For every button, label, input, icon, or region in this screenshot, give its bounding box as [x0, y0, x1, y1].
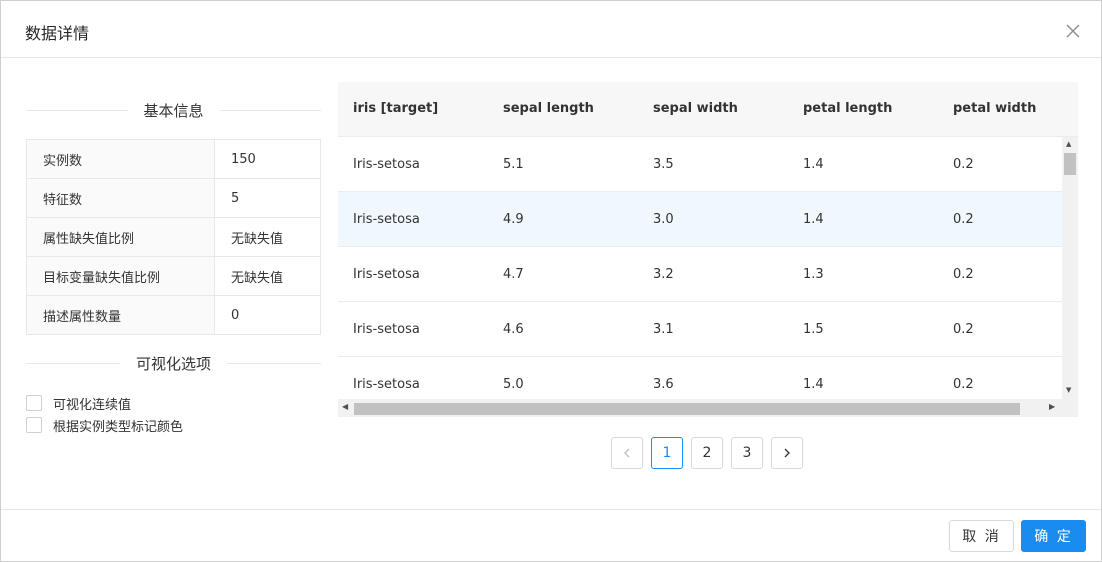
table-cell: 3.0 — [653, 212, 674, 227]
info-value: 无缺失值 — [214, 256, 321, 296]
table-cell: 1.3 — [803, 267, 824, 282]
table-cell: 3.5 — [653, 157, 674, 172]
scroll-thumb[interactable] — [354, 403, 1020, 415]
info-label: 目标变量缺失值比例 — [26, 256, 215, 296]
data-table: iris [target] sepal length sepal width peta… — [338, 82, 1078, 417]
table-cell: 0.2 — [953, 157, 974, 172]
table-cell: 3.6 — [653, 377, 674, 392]
table-cell: 0.2 — [953, 212, 974, 227]
table-row[interactable]: Iris-setosa 5.0 3.6 1.4 0.2 — [338, 357, 1062, 399]
table-cell: Iris-setosa — [353, 267, 420, 282]
visualize-continuous-checkbox[interactable]: 可视化连续值 — [26, 394, 132, 413]
table-cell: 3.1 — [653, 322, 674, 337]
table-cell: 0.2 — [953, 267, 974, 282]
column-header[interactable]: petal width — [953, 101, 1036, 116]
dialog-header: 数据详情 — [1, 1, 1101, 58]
scroll-up-icon[interactable]: ▲ — [1066, 140, 1071, 148]
close-icon[interactable] — [1063, 21, 1083, 41]
basic-info-heading: 基本信息 — [26, 100, 322, 120]
info-row: 实例数 150 — [26, 139, 321, 179]
table-cell: 3.2 — [653, 267, 674, 282]
scroll-right-icon[interactable]: ▶ — [1049, 402, 1055, 411]
dialog-title: 数据详情 — [25, 24, 90, 43]
checkbox-label: 可视化连续值 — [53, 397, 132, 413]
table-row[interactable]: Iris-setosa 4.6 3.1 1.5 0.2 — [338, 302, 1062, 357]
cancel-button[interactable]: 取 消 — [949, 520, 1014, 552]
checkbox-label: 根据实例类型标记颜色 — [53, 419, 184, 435]
info-label: 实例数 — [26, 139, 215, 179]
visual-options-heading: 可视化选项 — [26, 353, 322, 373]
table-cell: 4.9 — [503, 212, 524, 227]
page-2-button[interactable]: 2 — [691, 437, 723, 469]
page-1-button[interactable]: 1 — [651, 437, 683, 469]
column-header[interactable]: sepal width — [653, 101, 738, 116]
info-row: 描述属性数量 0 — [26, 295, 321, 335]
table-cell: 1.4 — [803, 212, 824, 227]
data-details-dialog: 数据详情 基本信息 实例数 150 特征数 5 属性缺失值比例 无缺失值 目标变量缺失值比例… — [0, 0, 1102, 562]
column-header[interactable]: petal length — [803, 101, 892, 116]
table-cell: Iris-setosa — [353, 322, 420, 337]
color-by-class-checkbox[interactable]: 根据实例类型标记颜色 — [26, 416, 184, 435]
table-row[interactable]: Iris-setosa 4.9 3.0 1.4 0.2 — [338, 192, 1062, 247]
table-row[interactable]: Iris-setosa 4.7 3.2 1.3 0.2 — [338, 247, 1062, 302]
table-cell: 0.2 — [953, 377, 974, 392]
table-cell: Iris-setosa — [353, 157, 420, 172]
vertical-scrollbar[interactable]: ▲ ▼ — [1062, 137, 1078, 399]
table-row[interactable]: Iris-setosa 5.1 3.5 1.4 0.2 — [338, 137, 1062, 192]
table-cell: 4.6 — [503, 322, 524, 337]
info-value: 5 — [214, 178, 321, 218]
table-cell: 4.7 — [503, 267, 524, 282]
info-row: 属性缺失值比例 无缺失值 — [26, 217, 321, 257]
table-cell: 1.5 — [803, 322, 824, 337]
info-value: 150 — [214, 139, 321, 179]
scroll-left-icon[interactable]: ◀ — [342, 402, 348, 411]
column-header[interactable]: sepal length — [503, 101, 594, 116]
table-cell: 0.2 — [953, 322, 974, 337]
table-cell: 1.4 — [803, 377, 824, 392]
column-header[interactable]: iris [target] — [353, 101, 438, 116]
ok-button[interactable]: 确 定 — [1021, 520, 1086, 552]
table-header: iris [target] sepal length sepal width peta… — [338, 82, 1078, 137]
table-cell: 5.0 — [503, 377, 524, 392]
info-row: 目标变量缺失值比例 无缺失值 — [26, 256, 321, 296]
table-cell: Iris-setosa — [353, 212, 420, 227]
info-label: 属性缺失值比例 — [26, 217, 215, 257]
basic-info-table: 实例数 150 特征数 5 属性缺失值比例 无缺失值 目标变量缺失值比例 无缺失值 描述属性数量… — [26, 139, 321, 335]
info-value: 0 — [214, 295, 321, 335]
dialog-footer: 取 消 确 定 — [1, 509, 1101, 562]
info-label: 特征数 — [26, 178, 215, 218]
scroll-thumb[interactable] — [1064, 153, 1076, 175]
page-3-button[interactable]: 3 — [731, 437, 763, 469]
table-cell: 5.1 — [503, 157, 524, 172]
chevron-right-icon[interactable] — [771, 437, 803, 469]
scroll-down-icon[interactable]: ▼ — [1066, 386, 1071, 394]
table-cell: Iris-setosa — [353, 377, 420, 392]
horizontal-scrollbar[interactable]: ◀ ▶ — [338, 399, 1078, 417]
checkbox-box[interactable] — [26, 417, 42, 433]
info-value: 无缺失值 — [214, 217, 321, 257]
info-row: 特征数 5 — [26, 178, 321, 218]
info-label: 描述属性数量 — [26, 295, 215, 335]
checkbox-box[interactable] — [26, 395, 42, 411]
table-body: Iris-setosa 5.1 3.5 1.4 0.2 Iris-setosa 4.9 3.0… — [338, 137, 1062, 399]
table-cell: 1.4 — [803, 157, 824, 172]
chevron-left-icon[interactable] — [611, 437, 643, 469]
